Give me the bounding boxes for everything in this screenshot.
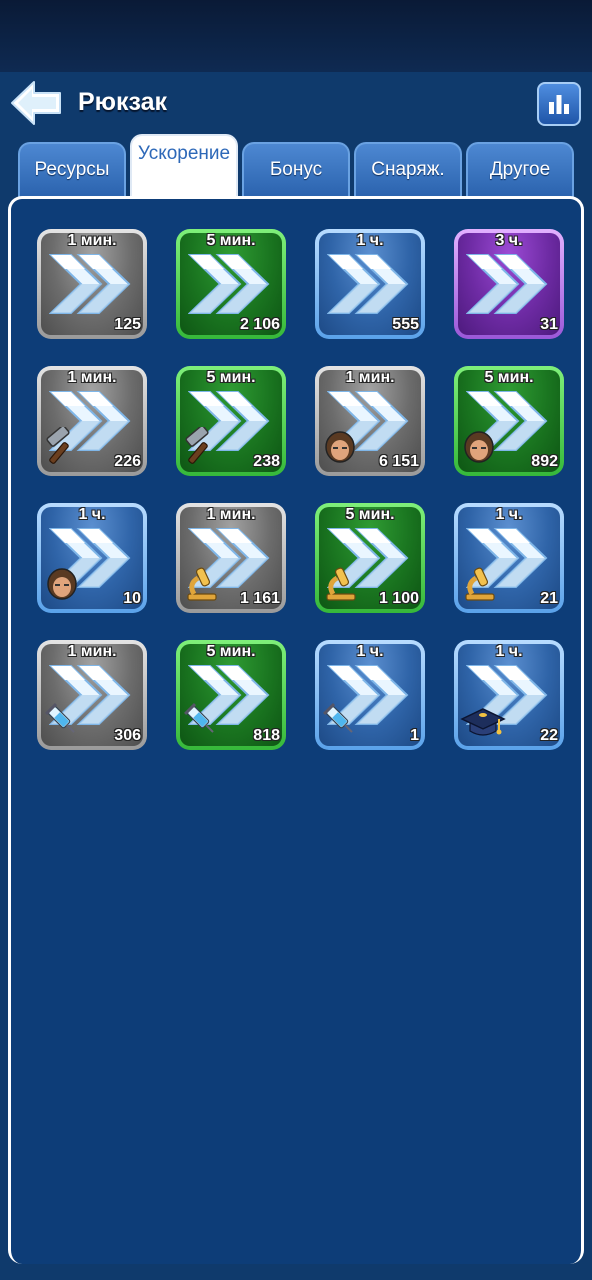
speedup-arrows-icon: [327, 254, 409, 314]
speedup-item[interactable]: 1 ч. 22: [454, 640, 564, 750]
item-count: 21: [540, 590, 558, 607]
microscope-icon: [460, 564, 498, 607]
speedup-item[interactable]: 5 мин. 818: [176, 640, 286, 750]
tab-bar: Ресурсы Ускорение Бонус Снаряж. Другое: [0, 134, 592, 198]
back-arrow-icon: [11, 81, 61, 125]
microscope-icon: [182, 564, 220, 607]
speedup-arrows-icon: [466, 254, 548, 314]
speedup-item[interactable]: 3 ч. 31: [454, 229, 564, 339]
soldier-icon: [43, 564, 81, 607]
header: Рюкзак: [0, 72, 592, 136]
item-count: 555: [392, 316, 419, 333]
stats-button[interactable]: [537, 82, 581, 126]
speedup-item[interactable]: 1 мин. 125: [37, 229, 147, 339]
speedup-item[interactable]: 1 мин. 6 151: [315, 366, 425, 476]
speedup-item[interactable]: 1 мин. 306: [37, 640, 147, 750]
back-button[interactable]: [8, 78, 64, 128]
item-duration: 1 ч.: [78, 506, 106, 523]
speedup-arrows-icon: [49, 254, 131, 314]
item-count: 22: [540, 727, 558, 744]
syringe-icon: [321, 701, 359, 744]
item-count: 1: [410, 727, 419, 744]
item-count: 818: [253, 727, 280, 744]
item-duration: 1 ч.: [356, 643, 384, 660]
item-count: 238: [253, 453, 280, 470]
hammer-icon: [182, 425, 220, 470]
item-count: 31: [540, 316, 558, 333]
tab-speedups[interactable]: Ускорение: [130, 134, 238, 198]
soldier-icon: [460, 427, 498, 470]
item-duration: 5 мин.: [206, 643, 256, 660]
tab-equipment[interactable]: Снаряж.: [354, 142, 462, 198]
microscope-icon: [321, 564, 359, 607]
item-duration: 1 ч.: [495, 506, 523, 523]
item-count: 6 151: [378, 453, 419, 470]
item-duration: 1 ч.: [356, 232, 384, 249]
item-count: 2 106: [239, 316, 280, 333]
tab-other[interactable]: Другое: [466, 142, 574, 198]
speedup-item[interactable]: 1 мин. 226: [37, 366, 147, 476]
speedup-item[interactable]: 1 мин. 1 161: [176, 503, 286, 613]
item-duration: 5 мин.: [206, 369, 256, 386]
speedup-item[interactable]: 5 мин. 892: [454, 366, 564, 476]
tab-resources[interactable]: Ресурсы: [18, 142, 126, 198]
item-count: 892: [531, 453, 558, 470]
speedup-arrows-icon: [188, 254, 270, 314]
item-duration: 5 мин.: [206, 232, 256, 249]
item-duration: 5 мин.: [345, 506, 395, 523]
soldier-icon: [321, 427, 359, 470]
item-duration: 1 мин.: [67, 232, 117, 249]
inventory-panel: 1 мин. 125 5 мин. 2 106 1 ч. 555 3 ч. 31 1 мин. 2…: [8, 196, 584, 1264]
speedup-item[interactable]: 1 ч. 21: [454, 503, 564, 613]
item-count: 1 161: [239, 590, 280, 607]
item-duration: 3 ч.: [495, 232, 523, 249]
top-status-bar: [0, 0, 592, 72]
speedup-item[interactable]: 1 ч. 555: [315, 229, 425, 339]
item-duration: 1 мин.: [345, 369, 395, 386]
syringe-icon: [182, 701, 220, 744]
item-duration: 1 мин.: [206, 506, 256, 523]
item-count: 226: [114, 453, 141, 470]
item-count: 125: [114, 316, 141, 333]
speedup-item[interactable]: 1 ч. 10: [37, 503, 147, 613]
item-duration: 5 мин.: [484, 369, 534, 386]
item-duration: 1 мин.: [67, 643, 117, 660]
item-count: 10: [123, 590, 141, 607]
speedup-item[interactable]: 5 мин. 1 100: [315, 503, 425, 613]
item-count: 1 100: [378, 590, 419, 607]
speedup-item[interactable]: 1 ч. 1: [315, 640, 425, 750]
bar-chart-icon: [549, 95, 569, 114]
speedup-item[interactable]: 5 мин. 2 106: [176, 229, 286, 339]
syringe-icon: [43, 701, 81, 744]
item-count: 306: [114, 727, 141, 744]
speedup-item[interactable]: 5 мин. 238: [176, 366, 286, 476]
item-duration: 1 ч.: [495, 643, 523, 660]
hammer-icon: [43, 425, 81, 470]
item-duration: 1 мин.: [67, 369, 117, 386]
tab-bonus[interactable]: Бонус: [242, 142, 350, 198]
graduation-cap-icon: [460, 701, 506, 744]
page-title: Рюкзак: [78, 88, 168, 116]
